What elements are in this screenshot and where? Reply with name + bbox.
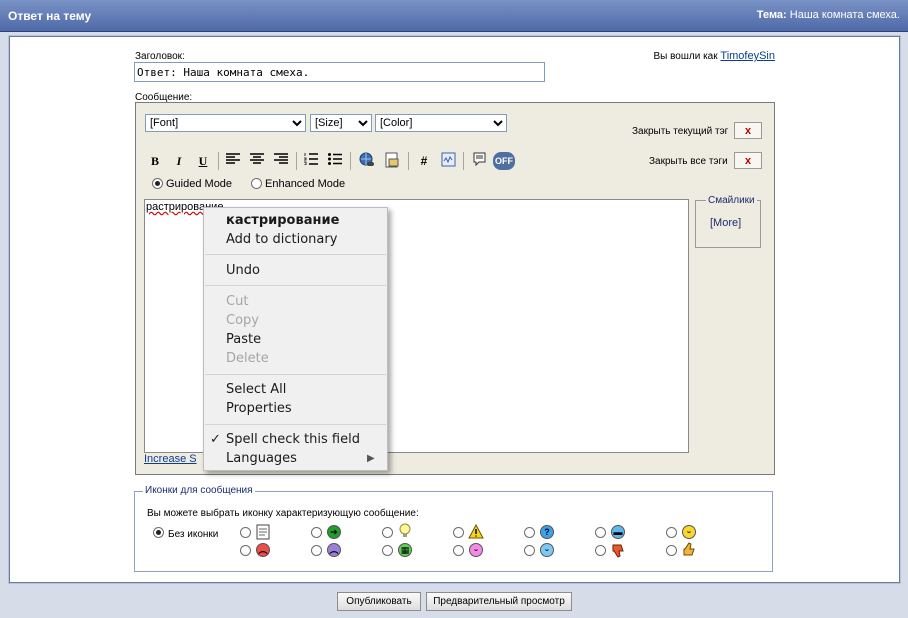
smile-icon: ᵕ (682, 525, 696, 539)
icon-radio[interactable] (666, 545, 677, 556)
enhanced-mode-label: Enhanced Mode (265, 178, 346, 190)
properties-item[interactable]: Properties (226, 401, 292, 416)
question-icon: ? (540, 525, 554, 539)
bullet-list-icon[interactable] (326, 152, 344, 170)
delete-item: Delete (226, 351, 269, 366)
topic-label: Тема: (756, 9, 787, 21)
italic-button[interactable]: I (170, 152, 188, 170)
thumbs-down-icon (611, 543, 626, 561)
cool-icon: ▬ (611, 525, 625, 539)
checkmark-icon: ✓ (210, 432, 221, 447)
tongue-icon: ᵕ (469, 543, 483, 557)
icon-radio[interactable] (382, 527, 393, 538)
spell-check-item[interactable]: Spell check this field (226, 432, 360, 447)
quote-icon[interactable] (470, 152, 488, 170)
align-right-icon[interactable] (272, 152, 290, 170)
toolbar-separator (296, 152, 297, 170)
close-all-tags-label: Закрыть все тэги (649, 156, 728, 167)
title-bar: Ответ на тему Тема: Наша комната смеха. (0, 0, 908, 32)
subject-input[interactable] (134, 62, 545, 82)
icon-radio[interactable] (382, 545, 393, 556)
smileys-legend: Смайлики (706, 195, 757, 206)
enhanced-mode-radio[interactable] (251, 178, 262, 189)
context-menu: кастрирование Add to dictionary Undo Cut… (203, 207, 388, 471)
sad-icon: ︵ (327, 543, 341, 557)
no-icon-radio[interactable] (153, 527, 164, 538)
page-title: Ответ на тему (8, 9, 92, 23)
icon-radio[interactable] (240, 545, 251, 556)
topic-value: Наша комната смеха. (789, 9, 900, 21)
icon-radio[interactable] (595, 545, 606, 556)
bold-button[interactable]: B (146, 152, 164, 170)
languages-item[interactable]: Languages (226, 451, 297, 466)
cut-item: Cut (226, 294, 249, 309)
toggle-off-button[interactable]: OFF (493, 152, 515, 170)
guided-mode-label: Guided Mode (166, 178, 233, 190)
insert-code-icon[interactable] (439, 152, 457, 170)
menu-divider (205, 285, 386, 286)
numbered-list-icon[interactable] (302, 152, 320, 170)
icon-radio[interactable] (311, 545, 322, 556)
grin-icon: ▦ (398, 543, 412, 557)
note-icon (256, 524, 270, 543)
no-icon-label: Без иконки (168, 529, 219, 540)
close-current-tag-label: Закрыть текущий тэг (632, 126, 729, 137)
menu-divider (205, 424, 386, 425)
icon-radio[interactable] (524, 527, 535, 538)
happy-icon: ᵕ (540, 543, 554, 557)
guided-mode-radio[interactable] (152, 178, 163, 189)
toolbar-separator (408, 152, 409, 170)
size-select[interactable]: [Size] (310, 114, 372, 132)
icon-radio[interactable] (453, 527, 464, 538)
copy-item: Copy (226, 313, 259, 328)
icon-radio[interactable] (666, 527, 677, 538)
toolbar-separator (218, 152, 219, 170)
arrow-right-icon: ➔ (327, 525, 341, 539)
close-current-tag-button[interactable]: x (734, 122, 762, 139)
undo-item[interactable]: Undo (226, 263, 260, 278)
logged-in-text: Вы вошли как (653, 51, 718, 62)
smileys-box: Смайлики [More] (695, 195, 761, 248)
message-icons-fieldset: Иконки для сообщения Вы можете выбрать и… (134, 485, 773, 572)
icon-radio[interactable] (311, 527, 322, 538)
icon-radio[interactable] (240, 527, 251, 538)
close-all-tags-button[interactable]: x (734, 152, 762, 169)
lightbulb-icon (398, 523, 412, 542)
increase-size-link[interactable]: Increase S (144, 453, 197, 465)
spelling-suggestion[interactable]: кастрирование (226, 213, 339, 228)
angry-icon: ︵ (256, 543, 270, 557)
menu-divider (205, 374, 386, 375)
toolbar-separator (463, 152, 464, 170)
menu-divider (205, 254, 386, 255)
publish-button[interactable]: Опубликовать (337, 592, 421, 611)
insert-image-icon[interactable] (383, 152, 401, 170)
topic-info: Тема: Наша комната смеха. (757, 9, 900, 21)
insert-link-icon[interactable] (358, 152, 376, 170)
preview-button[interactable]: Предварительный просмотр (426, 592, 572, 611)
logged-in-info: Вы вошли как TimofeySin (653, 50, 775, 62)
paste-item[interactable]: Paste (226, 332, 261, 347)
icon-radio[interactable] (524, 545, 535, 556)
font-select[interactable]: [Font] (145, 114, 306, 132)
hash-button[interactable]: # (415, 152, 433, 170)
thumbs-up-icon (682, 542, 697, 560)
align-center-icon[interactable] (248, 152, 266, 170)
subject-label: Заголовок: (135, 51, 185, 62)
align-left-icon[interactable] (224, 152, 242, 170)
underline-button[interactable]: U (194, 152, 212, 170)
icon-radio[interactable] (595, 527, 606, 538)
add-to-dictionary-item[interactable]: Add to dictionary (226, 232, 337, 247)
message-icons-legend: Иконки для сообщения (143, 485, 255, 496)
smileys-more-link[interactable]: [More] (710, 217, 741, 229)
submenu-arrow-icon: ▶ (367, 453, 375, 464)
toolbar-separator (350, 152, 351, 170)
message-icons-hint: Вы можете выбрать иконку характеризующую… (147, 508, 419, 519)
color-select[interactable]: [Color] (375, 114, 507, 132)
warning-icon (468, 523, 484, 542)
select-all-item[interactable]: Select All (226, 382, 286, 397)
username-link[interactable]: TimofeySin (720, 50, 775, 62)
icon-radio[interactable] (453, 545, 464, 556)
